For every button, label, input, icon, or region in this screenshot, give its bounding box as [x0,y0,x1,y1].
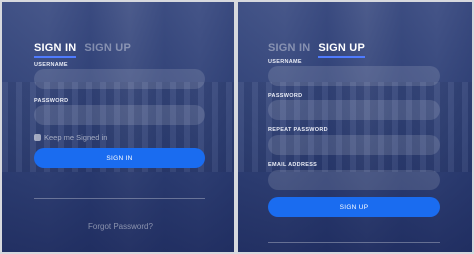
keep-signed-in-checkbox[interactable]: Keep me Signed in [34,133,107,142]
username-field[interactable] [268,66,440,86]
password-field[interactable] [268,100,440,120]
divider [34,198,205,199]
tab-signin[interactable]: SIGN IN [268,42,310,54]
signin-panel: SIGN IN SIGN UP USERNAME PASSWORD Keep m… [2,2,234,252]
signup-panel: SIGN IN SIGN UP USERNAME PASSWORD REPEAT… [238,2,472,252]
signup-button[interactable]: SIGN UP [268,197,440,217]
signin-tabs: SIGN IN SIGN UP [34,42,131,58]
email-label: EMAIL ADDRESS [268,162,318,168]
email-field[interactable] [268,170,440,190]
username-label: USERNAME [34,62,68,68]
forgot-password-link[interactable]: Forgot Password? [88,222,153,231]
tab-signup[interactable]: SIGN UP [84,42,131,54]
username-label: USERNAME [268,59,302,65]
repeat-password-field[interactable] [268,135,440,155]
divider [268,242,440,243]
password-label: PASSWORD [34,98,69,104]
repeat-password-label: REPEAT PASSWORD [268,127,328,133]
signin-button[interactable]: SIGN IN [34,148,205,168]
password-field[interactable] [34,105,205,125]
tab-signin[interactable]: SIGN IN [34,42,77,58]
username-field[interactable] [34,69,205,89]
checkbox-icon[interactable] [34,134,41,141]
signup-tabs: SIGN IN SIGN UP [268,42,365,58]
tab-signup[interactable]: SIGN UP [318,42,365,58]
keep-signed-in-label: Keep me Signed in [44,133,108,142]
password-label: PASSWORD [268,93,303,99]
